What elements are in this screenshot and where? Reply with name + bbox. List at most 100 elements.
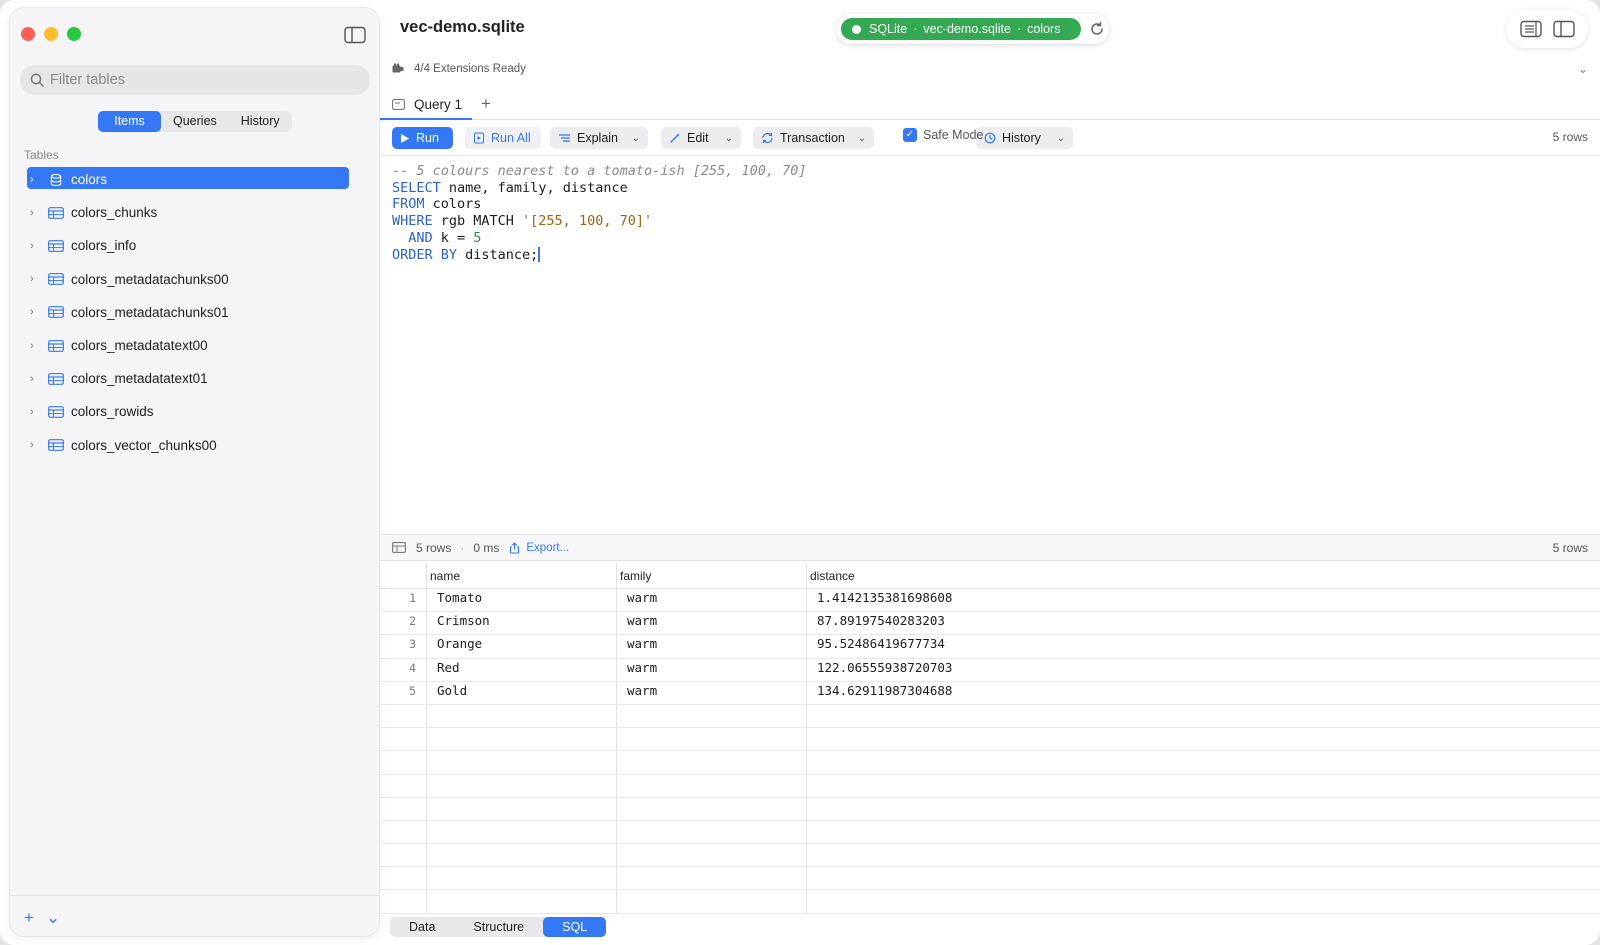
results-row-count: 5 rows: [416, 540, 452, 555]
column-header-name[interactable]: name: [427, 563, 617, 588]
toolbar-row-count: 5 rows: [1552, 130, 1588, 144]
right-sidebar-toggle-icon[interactable]: [1552, 20, 1575, 38]
sql-text: colors: [424, 196, 482, 213]
cell-name[interactable]: Gold: [427, 681, 617, 704]
sql-keyword: SELECT: [392, 179, 441, 196]
cell-name[interactable]: Orange: [427, 635, 617, 658]
sql-comment: -- 5 colours nearest to a tomato-ish [25…: [392, 163, 807, 179]
table-item-colors-rowids[interactable]: › colors_rowids: [10, 395, 379, 428]
chevron-right-icon[interactable]: ›: [30, 207, 40, 219]
chevron-down-icon[interactable]: ⌄: [858, 133, 866, 144]
table-row[interactable]: 3 Orange warm 95.52486419677734: [380, 635, 1600, 659]
table-item-colors-vector-chunks00[interactable]: › colors_vector_chunks00: [10, 429, 379, 462]
chevron-down-icon[interactable]: ⌄: [1057, 133, 1065, 144]
results-grid: name family distance 1 Tomato warm 1.414…: [380, 563, 1600, 914]
cell-distance[interactable]: 134.62911987304688: [807, 682, 1600, 704]
chevron-right-icon[interactable]: ›: [30, 439, 40, 451]
empty-row: [380, 820, 1600, 845]
table-item-colors-metadatatext01[interactable]: › colors_metadatatext01: [10, 362, 379, 395]
zoom-window-button[interactable]: [67, 27, 81, 41]
segment-items[interactable]: Items: [98, 111, 161, 132]
extensions-status[interactable]: 4/4 Extensions Ready: [392, 63, 526, 75]
chevron-down-icon[interactable]: ⌄: [46, 908, 60, 928]
chevron-right-icon[interactable]: ›: [30, 273, 40, 285]
cell-family[interactable]: warm: [617, 612, 807, 635]
cell-family[interactable]: warm: [617, 681, 807, 704]
query-document-icon: [392, 98, 405, 110]
table-item-colors-metadatatext00[interactable]: › colors_metadatatext00: [10, 329, 379, 362]
chevron-down-icon[interactable]: ⌄: [632, 133, 640, 144]
column-header-family[interactable]: family: [617, 563, 807, 588]
tab-query-1[interactable]: Query 1: [380, 90, 472, 120]
table-row[interactable]: 4 Red warm 122.06555938720703: [380, 658, 1600, 682]
run-button[interactable]: Run: [392, 127, 453, 149]
table-row[interactable]: 2 Crimson warm 87.89197540283203: [380, 612, 1600, 636]
segment-history[interactable]: History: [229, 111, 292, 132]
sync-icon: [762, 132, 773, 144]
table-item-colors-chunks[interactable]: › colors_chunks: [10, 196, 379, 229]
chevron-right-icon[interactable]: ›: [30, 406, 40, 418]
table-item-colors-metadatachunks00[interactable]: › colors_metadatachunks00: [10, 263, 379, 296]
share-icon[interactable]: [509, 541, 520, 554]
edit-button[interactable]: Edit ⌄: [661, 127, 741, 149]
chevron-right-icon[interactable]: ›: [30, 240, 40, 252]
table-row[interactable]: 1 Tomato warm 1.4142135381698608: [380, 589, 1600, 613]
cell-family[interactable]: warm: [617, 589, 807, 612]
segment-queries[interactable]: Queries: [161, 111, 229, 132]
close-window-button[interactable]: [21, 27, 35, 41]
refresh-icon[interactable]: [1088, 20, 1106, 38]
edit-label: Edit: [687, 131, 709, 145]
safe-mode-toggle[interactable]: ✓ Safe Mode: [903, 128, 983, 142]
chevron-right-icon[interactable]: ›: [30, 340, 40, 352]
table-icon: [48, 339, 64, 352]
inspector-panel-icon[interactable]: [1519, 20, 1542, 38]
row-index: 2: [380, 612, 427, 635]
table-item-colors-info[interactable]: › colors_info: [10, 229, 379, 262]
sql-text: name, family, distance: [440, 179, 628, 196]
chevron-right-icon[interactable]: ›: [30, 306, 40, 318]
transaction-button[interactable]: Transaction ⌄: [753, 127, 874, 149]
cell-distance[interactable]: 87.89197540283203: [807, 612, 1600, 634]
sidebar-toggle-icon[interactable]: [344, 26, 366, 44]
tab-sql[interactable]: SQL: [543, 917, 607, 937]
tab-data[interactable]: Data: [390, 917, 454, 937]
history-button[interactable]: History ⌄: [976, 127, 1073, 149]
explain-button[interactable]: Explain ⌄: [550, 127, 648, 149]
search-icon: [30, 73, 44, 87]
column-header-distance[interactable]: distance: [807, 563, 1600, 588]
checkmark-icon[interactable]: ✓: [903, 128, 917, 142]
cell-distance[interactable]: 122.06555938720703: [807, 659, 1600, 681]
connection-status-pill[interactable]: SQLite · vec-demo.sqlite · colors: [836, 14, 1109, 44]
cell-distance[interactable]: 1.4142135381698608: [807, 589, 1600, 611]
run-all-button[interactable]: Run All: [465, 127, 541, 149]
table-item-label: colors_chunks: [71, 205, 158, 221]
minimize-window-button[interactable]: [44, 27, 58, 41]
cell-family[interactable]: warm: [617, 635, 807, 658]
tab-structure[interactable]: Structure: [454, 917, 543, 937]
cell-family[interactable]: warm: [617, 658, 807, 681]
sql-editor[interactable]: -- 5 colours nearest to a tomato-ish [25…: [392, 163, 807, 263]
main-area: vec-demo.sqlite SQLite · vec-demo.sqlite…: [380, 0, 1600, 945]
add-tab-button[interactable]: +: [481, 94, 491, 114]
cell-name[interactable]: Red: [427, 658, 617, 681]
chevron-right-icon[interactable]: ›: [30, 373, 40, 385]
table-item-label: colors_info: [71, 238, 137, 254]
filter-tables-input[interactable]: [50, 72, 350, 88]
chevron-right-icon[interactable]: ›: [30, 174, 40, 186]
table-item-colors-metadatachunks01[interactable]: › colors_metadatachunks01: [10, 296, 379, 329]
add-icon[interactable]: +: [24, 908, 34, 928]
table-row[interactable]: 5 Gold warm 134.62911987304688: [380, 681, 1600, 705]
cell-name[interactable]: Tomato: [427, 589, 617, 612]
filter-tables-field[interactable]: [20, 65, 370, 95]
connection-badge[interactable]: SQLite · vec-demo.sqlite · colors: [841, 18, 1081, 40]
sql-text: k =: [432, 229, 474, 246]
cell-distance[interactable]: 95.52486419677734: [807, 635, 1600, 657]
export-button[interactable]: Export...: [526, 542, 569, 554]
chevron-down-icon[interactable]: ⌄: [725, 133, 733, 144]
window-title: vec-demo.sqlite: [400, 18, 525, 36]
connection-engine: SQLite: [869, 22, 908, 36]
cell-name[interactable]: Crimson: [427, 612, 617, 635]
connection-database: vec-demo.sqlite: [923, 22, 1011, 36]
table-item-colors[interactable]: › colors: [10, 163, 379, 196]
chevron-down-icon[interactable]: ⌄: [1578, 62, 1588, 76]
